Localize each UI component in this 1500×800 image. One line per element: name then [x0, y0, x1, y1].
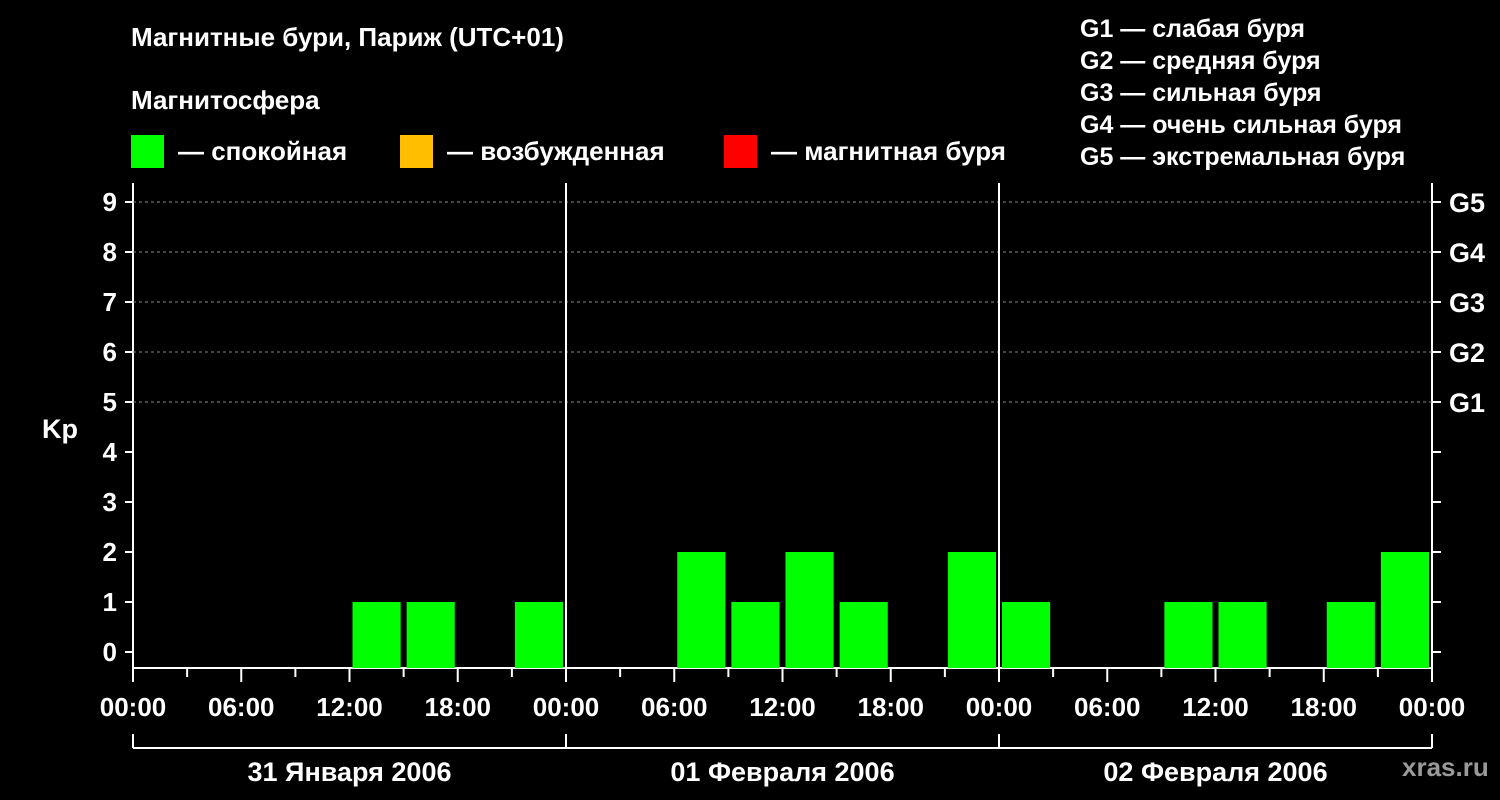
- y-tick-label: 0: [103, 637, 117, 667]
- day-label: 01 Февраля 2006: [670, 757, 894, 787]
- x-tick-label: 18:00: [1291, 692, 1358, 722]
- y-tick-label: 4: [103, 437, 118, 467]
- kp-bar: [785, 552, 834, 668]
- kp-bar: [406, 602, 455, 668]
- right-tick-label: G2: [1449, 338, 1485, 368]
- watermark: xras.ru: [1402, 752, 1489, 782]
- y-tick-label: 7: [103, 287, 117, 317]
- kp-bar: [947, 552, 996, 668]
- y-tick-label: 9: [103, 187, 117, 217]
- kp-bar: [1002, 602, 1051, 668]
- x-tick-label: 12:00: [1182, 692, 1249, 722]
- x-tick-label: 00:00: [100, 692, 167, 722]
- day-label: 02 Февраля 2006: [1103, 757, 1327, 787]
- y-tick-label: 3: [103, 487, 117, 517]
- kp-bar: [352, 602, 401, 668]
- x-tick-label: 00:00: [966, 692, 1033, 722]
- x-tick-label: 06:00: [1074, 692, 1141, 722]
- x-tick-label: 18:00: [858, 692, 925, 722]
- y-tick-label: 2: [103, 537, 117, 567]
- x-tick-label: 12:00: [316, 692, 383, 722]
- kp-bar: [677, 552, 726, 668]
- y-tick-label: 5: [103, 387, 117, 417]
- kp-bar: [514, 602, 563, 668]
- x-tick-label: 12:00: [749, 692, 816, 722]
- kp-bar: [839, 602, 888, 668]
- kp-bar-chart: 0 1 2 3 4 5 6 7 8 9 G1 G2 G3 G4 G5 Kp 00:00 06:00 12:00 18:…: [42, 183, 1485, 787]
- right-tick-label: G5: [1449, 188, 1485, 218]
- x-tick-label: 00:00: [1399, 692, 1466, 722]
- x-tick-label: 18:00: [425, 692, 492, 722]
- y-axis-label: Kp: [42, 414, 78, 444]
- x-tick-label: 06:00: [641, 692, 708, 722]
- kp-bar: [1218, 602, 1267, 668]
- right-tick-label: G4: [1449, 238, 1485, 268]
- kp-bar: [1164, 602, 1213, 668]
- right-tick-label: G3: [1449, 288, 1485, 318]
- x-tick-label: 06:00: [208, 692, 275, 722]
- x-tick-label: 00:00: [533, 692, 600, 722]
- kp-bar: [1380, 552, 1429, 668]
- y-tick-label: 8: [103, 237, 117, 267]
- kp-bar: [1326, 602, 1375, 668]
- kp-bar: [731, 602, 780, 668]
- y-tick-label: 1: [103, 587, 117, 617]
- y-tick-label: 6: [103, 337, 117, 367]
- day-label: 31 Января 2006: [248, 757, 452, 787]
- right-tick-label: G1: [1449, 388, 1485, 418]
